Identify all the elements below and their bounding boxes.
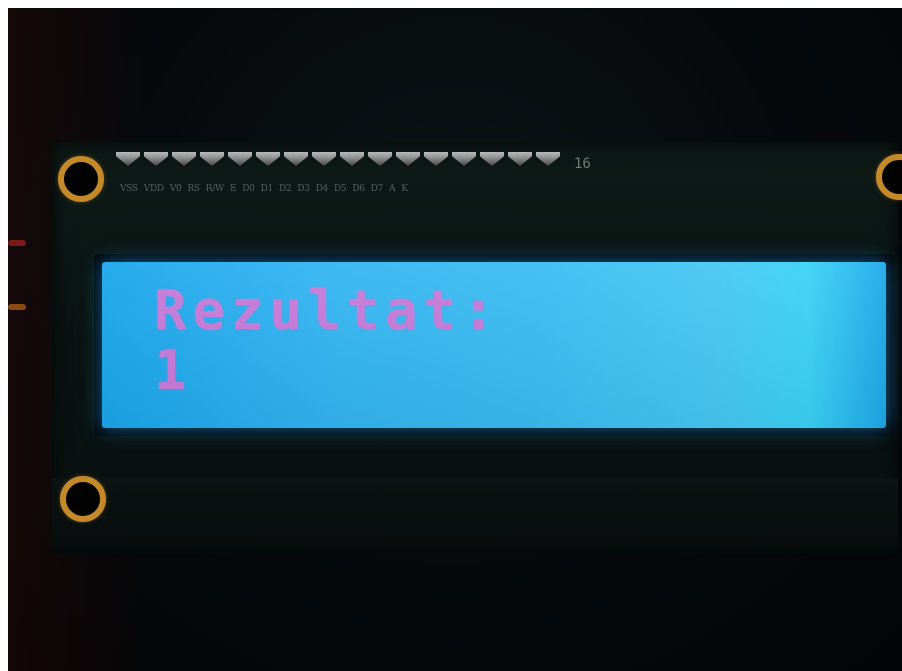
board-bottom-edge bbox=[52, 478, 898, 548]
pin-label: D6 bbox=[352, 184, 365, 194]
lcd-photo: 16 VSS VDD V0 RS R/W E D0 D1 D2 D3 D4 D5… bbox=[8, 8, 902, 671]
pin-label: D5 bbox=[333, 184, 347, 194]
pin-count-label: 16 bbox=[574, 156, 591, 172]
lcd-screen: Rezultat: 1 bbox=[102, 262, 886, 428]
mounting-hole-bottom-left bbox=[60, 476, 106, 522]
header-pin bbox=[284, 152, 308, 166]
header-pin bbox=[396, 152, 420, 166]
pin-header bbox=[116, 148, 568, 170]
pin-label: D0 bbox=[242, 184, 255, 194]
header-pin bbox=[228, 152, 252, 166]
lcd-line-1: Rezultat: bbox=[154, 279, 501, 342]
header-pin bbox=[144, 152, 168, 166]
pin-label: VSS bbox=[120, 184, 138, 194]
mounting-hole-top-left bbox=[58, 156, 104, 202]
header-pin bbox=[312, 152, 336, 166]
pin-label: E bbox=[229, 184, 237, 194]
pin-label: D7 bbox=[370, 184, 384, 194]
header-pin bbox=[368, 152, 392, 166]
pin-label: RS bbox=[187, 184, 200, 194]
pin-label: K bbox=[401, 184, 408, 194]
pin-labels: VSS VDD V0 RS R/W E D0 D1 D2 D3 D4 D5 D6… bbox=[120, 184, 590, 194]
header-pin bbox=[452, 152, 476, 166]
pin-label: R/W bbox=[205, 184, 224, 194]
pin-label: D1 bbox=[260, 184, 274, 194]
pin-label: D4 bbox=[315, 184, 329, 194]
header-pin bbox=[172, 152, 196, 166]
header-pin bbox=[340, 152, 364, 166]
header-pin bbox=[480, 152, 504, 166]
lcd-line-2: 1 bbox=[154, 339, 193, 402]
header-pin bbox=[116, 152, 140, 166]
pin-label: D2 bbox=[278, 184, 292, 194]
header-pin bbox=[508, 152, 532, 166]
pin-label: D3 bbox=[297, 184, 310, 194]
pin-label: V0 bbox=[169, 184, 182, 194]
header-pin bbox=[424, 152, 448, 166]
pin-label: A bbox=[389, 184, 396, 194]
header-pin bbox=[536, 152, 560, 166]
header-pin bbox=[200, 152, 224, 166]
pin-label: VDD bbox=[143, 184, 164, 194]
wire-orange bbox=[8, 304, 26, 310]
wire-red bbox=[8, 240, 26, 246]
header-pin bbox=[256, 152, 280, 166]
